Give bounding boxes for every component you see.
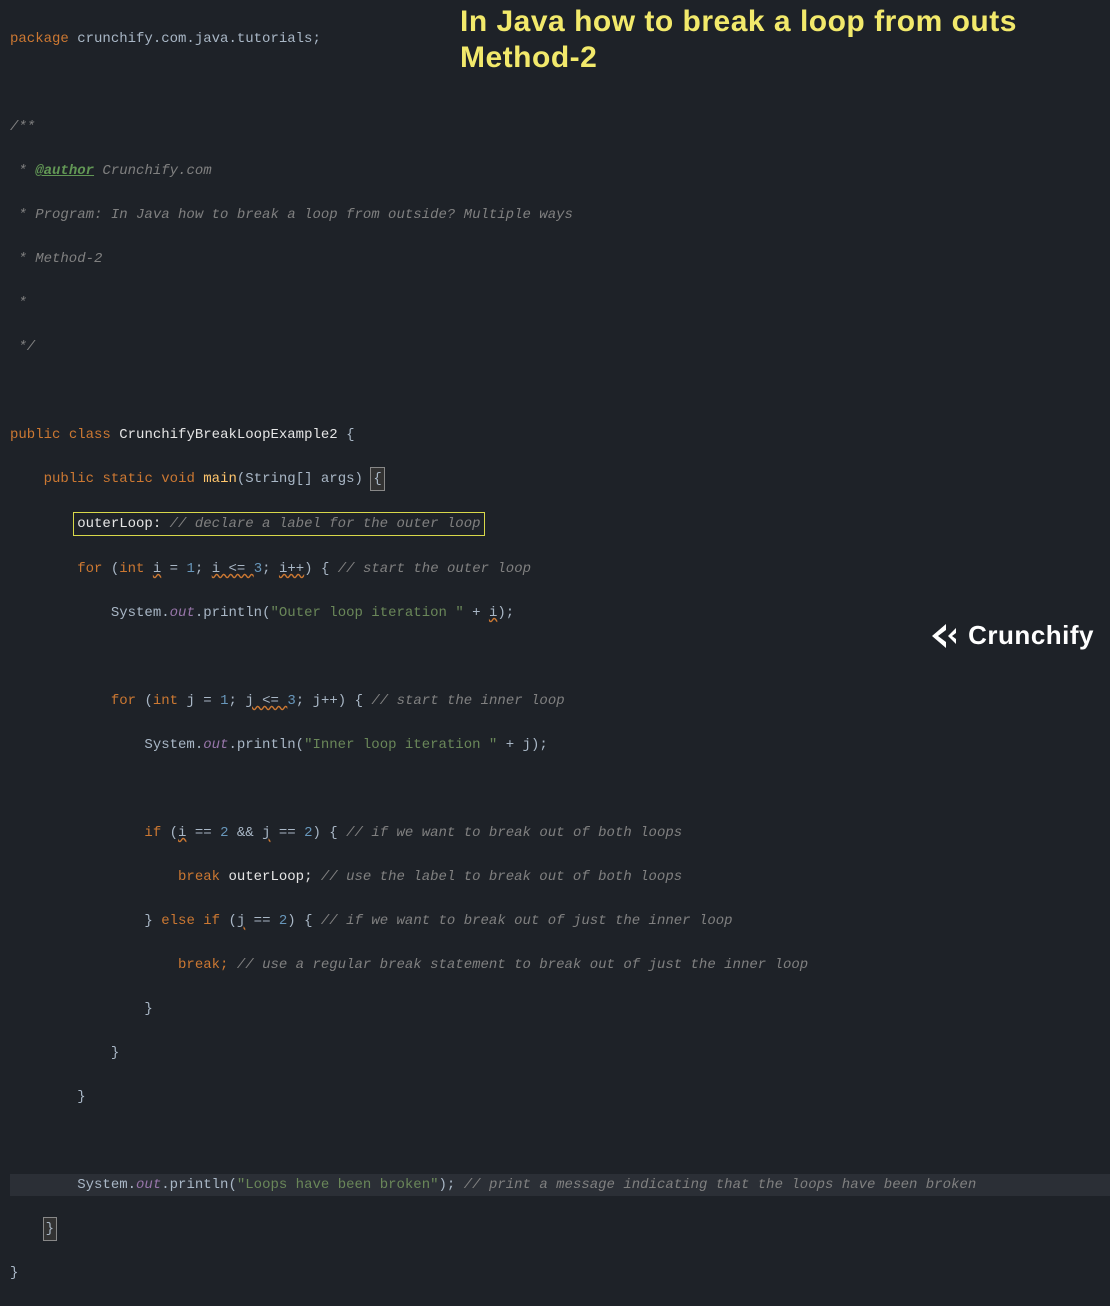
comment: // print a message indicating that the l… [464,1177,976,1193]
keyword-for: for [77,561,102,577]
incr-j: j++ [313,693,338,709]
system-ref: System. [111,605,170,621]
comment: /** [10,119,35,135]
var-j: j [237,913,245,929]
keyword-static: static [102,471,152,487]
main-args: String[] args [245,471,354,487]
system-ref: System. [77,1177,136,1193]
comment: // use a regular break statement to brea… [237,957,808,973]
out-field: out [136,1177,161,1193]
var-j: j [523,737,531,753]
var-j: j [186,693,194,709]
literal-3: 3 [254,561,262,577]
literal-1: 1 [220,693,228,709]
keyword-else: else [161,913,195,929]
println-call: .println( [228,737,304,753]
loop-label: outerLoop: [77,516,161,532]
javadoc-tag: @author [35,163,94,179]
literal-2: 2 [220,825,228,841]
string-literal: "Inner loop iteration " [304,737,497,753]
keyword-for: for [111,693,136,709]
keyword-break: break; [178,957,228,973]
class-name: CrunchifyBreakLoopExample2 [119,427,337,443]
comment: // declare a label for the outer loop [170,516,481,532]
keyword-package: package [10,31,69,47]
comment: * [10,163,35,179]
system-ref: System. [144,737,203,753]
comment: * Program: In Java how to break a loop f… [10,207,573,223]
keyword-public: public [10,427,60,443]
comment: // use the label to break out of both lo… [321,869,682,885]
keyword-if: if [144,825,161,841]
println-call: .println( [161,1177,237,1193]
comment: Crunchify.com [94,163,212,179]
keyword-public: public [44,471,94,487]
out-field: out [203,737,228,753]
literal-2: 2 [304,825,312,841]
keyword-int: int [119,561,144,577]
string-literal: "Outer loop iteration " [270,605,463,621]
comment: // if we want to break out of both loops [346,825,682,841]
var-j: j [262,825,270,841]
closing-brace: } [44,1218,56,1240]
comment: // start the inner loop [371,693,564,709]
keyword-break: break [178,869,220,885]
out-field: out [170,605,195,621]
keyword-void: void [161,471,195,487]
package-path: crunchify.com.java.tutorials [77,31,312,47]
comment: */ [10,339,35,355]
highlighted-label-line: outerLoop: // declare a label for the ou… [73,512,484,536]
incr-i: i++ [279,561,304,577]
comment: // if we want to break out of just the i… [321,913,733,929]
break-label: outerLoop; [228,869,312,885]
literal-1: 1 [187,561,195,577]
comment: * [10,295,27,311]
var-i: i [178,825,186,841]
println-call: .println( [195,605,271,621]
keyword-int: int [153,693,178,709]
cond-i: i <= [212,561,254,577]
literal-2: 2 [279,913,287,929]
string-literal: "Loops have been broken" [237,1177,439,1193]
comment: * Method-2 [10,251,102,267]
method-main: main [203,471,237,487]
cond-j: j <= [245,693,287,709]
keyword-if: if [203,913,220,929]
comment: // start the outer loop [338,561,531,577]
code-editor[interactable]: package crunchify.com.java.tutorials; /*… [0,0,1110,1306]
cursor-brace: { [371,468,383,490]
keyword-class: class [69,427,111,443]
literal-3: 3 [287,693,295,709]
